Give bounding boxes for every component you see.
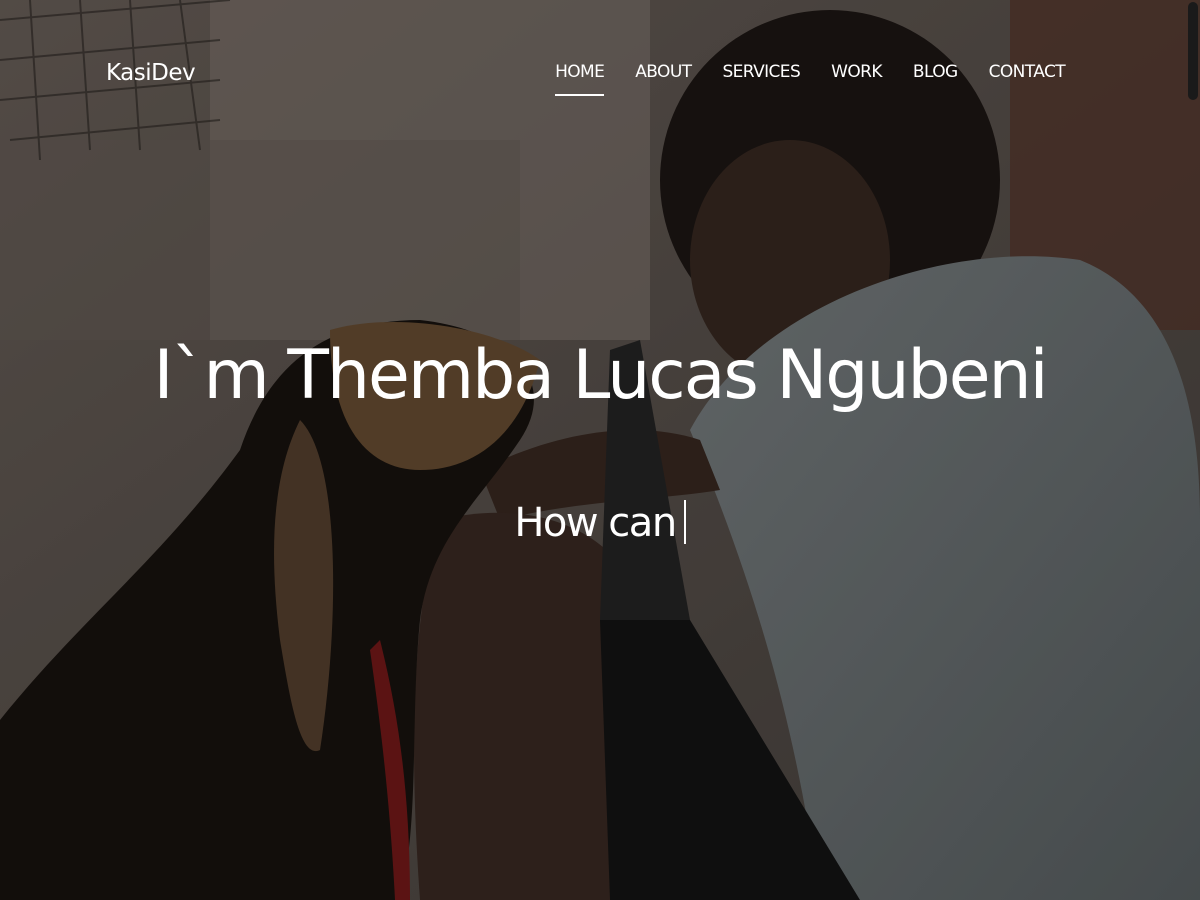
- hero-dark-overlay: [0, 0, 1200, 900]
- nav-item-work[interactable]: WORK: [831, 60, 882, 82]
- brand-logo[interactable]: KasiDev: [106, 60, 196, 86]
- nav-item-home[interactable]: HOME: [555, 60, 605, 96]
- typing-cursor: [683, 500, 686, 544]
- nav-item-services[interactable]: SERVICES: [722, 60, 800, 82]
- page-scrollbar[interactable]: [1186, 0, 1200, 900]
- nav-item-about[interactable]: ABOUT: [635, 60, 692, 82]
- nav-item-blog[interactable]: BLOG: [913, 60, 958, 82]
- typing-subtitle: How can: [0, 500, 1200, 546]
- typed-text: How can: [514, 500, 677, 546]
- hero-section: KasiDev HOME ABOUT SERVICES WORK BLOG CO…: [0, 0, 1200, 900]
- nav-item-contact[interactable]: CONTACT: [989, 60, 1066, 82]
- main-nav: HOME ABOUT SERVICES WORK BLOG CONTACT: [524, 60, 1066, 96]
- scrollbar-thumb[interactable]: [1188, 2, 1198, 100]
- hero-title: I`m Themba Lucas Ngubeni: [153, 336, 1048, 415]
